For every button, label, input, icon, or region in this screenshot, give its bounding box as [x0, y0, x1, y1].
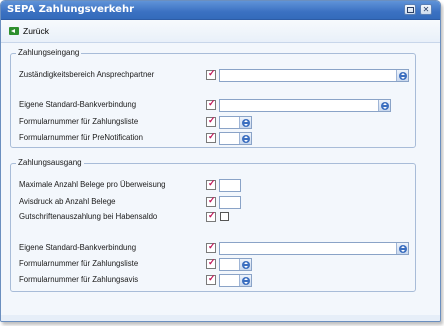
- dropdown-icon: [241, 260, 250, 269]
- combo-zahlungsliste-eingang[interactable]: [219, 116, 252, 129]
- checkbox-max-belege[interactable]: [206, 178, 216, 190]
- dropdown-button[interactable]: [239, 117, 251, 128]
- window-title: SEPA Zahlungsverkehr: [7, 4, 135, 15]
- row-avisdruck: Avisdruck ab Anzahl Belege: [19, 195, 414, 209]
- dropdown-button[interactable]: [378, 100, 390, 111]
- input-avisdruck[interactable]: [219, 196, 241, 209]
- dropdown-icon: [398, 244, 407, 253]
- checkbox-zahlungsavis[interactable]: [206, 273, 216, 285]
- label-zahlungsavis: Formularnummer für Zahlungsavis: [19, 275, 139, 284]
- checkbox-bankverbindung-eingang[interactable]: [206, 98, 216, 110]
- label-prenotification: Formularnummer für PreNotification: [19, 133, 143, 142]
- back-button[interactable]: Zurück: [9, 24, 49, 38]
- row-gutschriften: Gutschriftenauszahlung bei Habensaldo: [19, 210, 414, 223]
- combo-zustaendigkeitsbereich[interactable]: [219, 69, 409, 82]
- title-bar: SEPA Zahlungsverkehr ✕: [1, 1, 440, 20]
- label-max-belege: Maximale Anzahl Belege pro Überweisung: [19, 180, 166, 189]
- label-avisdruck: Avisdruck ab Anzahl Belege: [19, 197, 116, 206]
- checkbox-gutschriften-override[interactable]: [206, 210, 216, 222]
- dropdown-button[interactable]: [239, 275, 251, 286]
- group-zahlungsausgang: Zahlungsausgang Maximale Anzahl Belege p…: [10, 158, 416, 292]
- row-bankverbindung-eingang: Eigene Standard-Bankverbindung: [19, 98, 414, 112]
- label-zahlungsliste-eingang: Formularnummer für Zahlungsliste: [19, 117, 139, 126]
- window-bottom-bar: [1, 315, 440, 321]
- row-max-belege: Maximale Anzahl Belege pro Überweisung: [19, 178, 414, 192]
- row-bankverbindung-ausgang: Eigene Standard-Bankverbindung: [19, 241, 414, 255]
- row-zahlungsliste-eingang: Formularnummer für Zahlungsliste: [19, 115, 414, 129]
- input-max-belege[interactable]: [219, 179, 241, 192]
- dropdown-button[interactable]: [239, 133, 251, 144]
- sepa-window: SEPA Zahlungsverkehr ✕ Zurück Zahlungsei…: [0, 0, 441, 322]
- row-zahlungsliste-ausgang: Formularnummer für Zahlungsliste: [19, 257, 414, 271]
- dropdown-icon: [380, 101, 389, 110]
- checkbox-zahlungsliste-eingang[interactable]: [206, 115, 216, 127]
- group-title-zahlungsausgang: Zahlungsausgang: [16, 158, 84, 167]
- dropdown-icon: [398, 71, 407, 80]
- group-zahlungseingang: Zahlungseingang Zuständigkeitsbereich An…: [10, 48, 416, 148]
- label-zahlungsliste-ausgang: Formularnummer für Zahlungsliste: [19, 259, 139, 268]
- row-prenotification: Formularnummer für PreNotification: [19, 131, 414, 145]
- combo-bankverbindung-ausgang[interactable]: [219, 242, 409, 255]
- combo-bankverbindung-eingang[interactable]: [219, 99, 391, 112]
- dropdown-icon: [241, 134, 250, 143]
- row-zahlungsavis: Formularnummer für Zahlungsavis: [19, 273, 414, 287]
- dropdown-button[interactable]: [396, 243, 408, 254]
- label-bankverbindung-eingang: Eigene Standard-Bankverbindung: [19, 100, 137, 109]
- dropdown-icon: [241, 276, 250, 285]
- dropdown-button[interactable]: [239, 259, 251, 270]
- dropdown-button[interactable]: [396, 70, 408, 81]
- combo-zahlungsliste-ausgang[interactable]: [219, 258, 252, 271]
- close-icon: ✕: [422, 4, 430, 14]
- restore-window-button[interactable]: [404, 4, 416, 15]
- label-bankverbindung-ausgang: Eigene Standard-Bankverbindung: [19, 243, 137, 252]
- checkbox-zustaendigkeitsbereich[interactable]: [206, 68, 216, 80]
- close-window-button[interactable]: ✕: [420, 4, 432, 15]
- checkbox-bankverbindung-ausgang[interactable]: [206, 241, 216, 253]
- group-title-zahlungseingang: Zahlungseingang: [16, 48, 82, 57]
- checkbox-zahlungsliste-ausgang[interactable]: [206, 257, 216, 269]
- dropdown-icon: [241, 118, 250, 127]
- combo-prenotification[interactable]: [219, 132, 252, 145]
- label-gutschriften: Gutschriftenauszahlung bei Habensaldo: [19, 212, 158, 221]
- back-arrow-icon: [9, 26, 20, 36]
- checkbox-gutschriften[interactable]: [220, 212, 229, 221]
- back-button-label: Zurück: [23, 26, 49, 36]
- row-zustaendigkeitsbereich: Zuständigkeitsbereich Ansprechpartner: [19, 68, 414, 82]
- combo-zahlungsavis[interactable]: [219, 274, 252, 287]
- checkbox-avisdruck[interactable]: [206, 195, 216, 207]
- label-zustaendigkeitsbereich: Zuständigkeitsbereich Ansprechpartner: [19, 70, 155, 79]
- checkbox-prenotification[interactable]: [206, 131, 216, 143]
- toolbar: Zurück: [1, 20, 440, 43]
